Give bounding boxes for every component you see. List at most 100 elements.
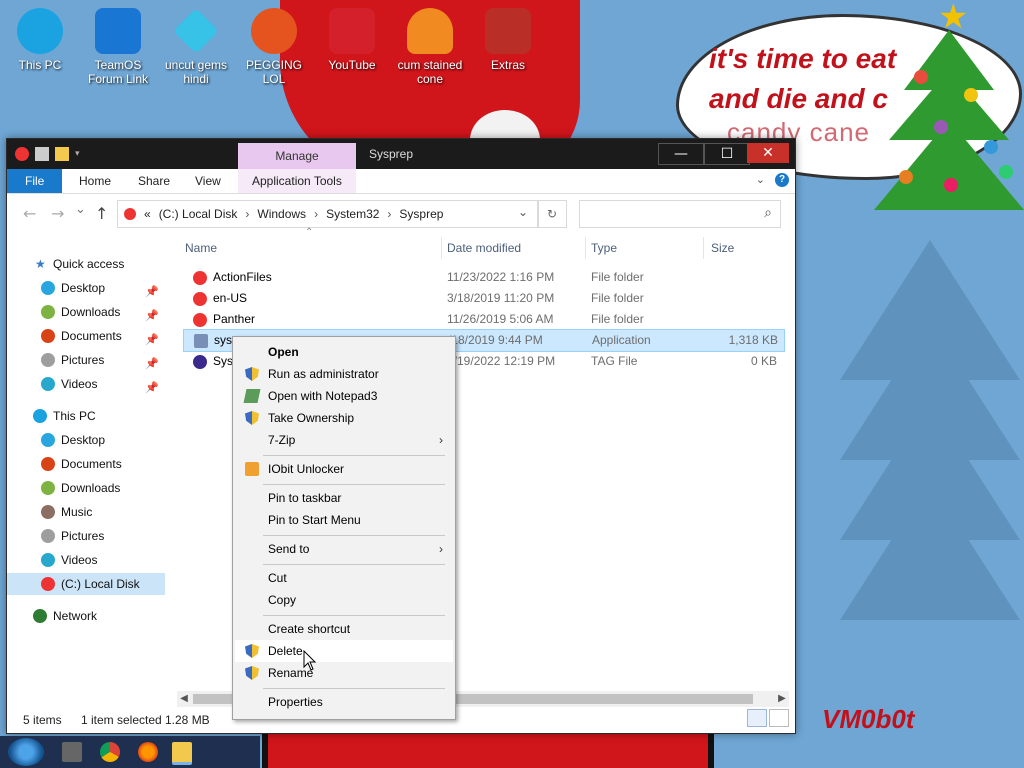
back-arrow-icon[interactable]: ← bbox=[23, 204, 36, 223]
menu-item-copy[interactable]: Copy bbox=[235, 589, 453, 611]
recent-chevron-icon[interactable]: ⌄ bbox=[75, 202, 86, 217]
desktop-icon-youtube[interactable]: YouTube bbox=[312, 8, 392, 72]
tab-share[interactable]: Share bbox=[124, 169, 184, 193]
breadcrumb-sysprep[interactable]: Sysprep bbox=[399, 207, 443, 221]
menu-label: Take Ownership bbox=[268, 411, 355, 425]
column-date-modified[interactable]: Date modified bbox=[447, 235, 521, 261]
uac-shield-icon bbox=[245, 367, 259, 381]
start-button[interactable] bbox=[8, 738, 44, 766]
menu-item-7zip[interactable]: 7-Zip › bbox=[235, 429, 453, 451]
file-date: 11/23/2022 1:16 PM bbox=[447, 270, 555, 284]
scroll-left-icon[interactable]: ◀ bbox=[177, 691, 191, 707]
nav-quick-access[interactable]: ★ Quick access bbox=[7, 253, 165, 275]
address-bar[interactable]: « (C:) Local Disk › Windows › System32 ›… bbox=[117, 200, 539, 228]
column-type[interactable]: Type bbox=[591, 235, 617, 261]
nav-pc-music[interactable]: Music bbox=[7, 501, 165, 523]
menu-item-run-as-admin[interactable]: Run as administrator bbox=[235, 363, 453, 385]
tag-file-icon bbox=[193, 355, 207, 369]
nav-this-pc[interactable]: This PC bbox=[7, 405, 165, 427]
taskbar bbox=[0, 736, 260, 768]
menu-item-open[interactable]: Open bbox=[235, 341, 453, 363]
menu-item-create-shortcut[interactable]: Create shortcut bbox=[235, 618, 453, 640]
forward-arrow-icon[interactable]: → bbox=[51, 204, 64, 223]
desktop-icon-extras[interactable]: Extras bbox=[468, 8, 548, 72]
chrome-icon[interactable] bbox=[100, 742, 120, 762]
help-icon[interactable]: ? bbox=[775, 173, 789, 187]
watermark-text: VM0b0t bbox=[822, 704, 915, 734]
title-bar[interactable]: ▾ Manage Sysprep — ☐ ✕ bbox=[7, 139, 795, 169]
drive-icon bbox=[124, 208, 136, 220]
file-date: 3/18/2019 11:20 PM bbox=[447, 291, 555, 305]
scroll-right-icon[interactable]: ▶ bbox=[775, 691, 789, 707]
nav-pc-downloads[interactable]: Downloads bbox=[7, 477, 165, 499]
tab-file[interactable]: File bbox=[7, 169, 63, 193]
refresh-button[interactable]: ↻ bbox=[537, 200, 567, 228]
uac-shield-icon bbox=[245, 411, 259, 425]
menu-label: Cut bbox=[268, 571, 287, 585]
new-folder-icon[interactable] bbox=[55, 147, 69, 161]
breadcrumb-local-disk[interactable]: (C:) Local Disk bbox=[159, 207, 238, 221]
submenu-arrow-icon: › bbox=[439, 542, 443, 556]
desktop-icon-cone[interactable]: cum stained cone bbox=[390, 8, 470, 86]
menu-item-take-ownership[interactable]: Take Ownership bbox=[235, 407, 453, 429]
desktop-icon-uncut-gems[interactable]: uncut gems hindi bbox=[156, 8, 236, 86]
nav-quick-videos[interactable]: Videos 📌 bbox=[7, 373, 165, 395]
minimize-button[interactable]: — bbox=[658, 143, 704, 165]
nav-quick-pictures[interactable]: Pictures 📌 bbox=[7, 349, 165, 371]
menu-item-open-notepad3[interactable]: Open with Notepad3 bbox=[235, 385, 453, 407]
menu-item-properties[interactable]: Properties bbox=[235, 691, 453, 713]
table-row[interactable]: ActionFiles 11/23/2022 1:16 PM File fold… bbox=[183, 267, 783, 288]
desktop-icon-teamos[interactable]: TeamOS Forum Link bbox=[78, 8, 158, 86]
tab-view[interactable]: View bbox=[181, 169, 235, 193]
desktop-icon-this-pc[interactable]: This PC bbox=[0, 8, 80, 72]
menu-item-delete[interactable]: Delete bbox=[235, 640, 453, 662]
nav-pc-local-disk[interactable]: (C:) Local Disk bbox=[7, 573, 165, 595]
nav-pc-documents[interactable]: Documents bbox=[7, 453, 165, 475]
tab-application-tools[interactable]: Application Tools bbox=[238, 169, 356, 193]
close-button[interactable]: ✕ bbox=[747, 143, 789, 163]
menu-item-rename[interactable]: Rename bbox=[235, 662, 453, 684]
column-size[interactable]: Size bbox=[711, 235, 734, 261]
breadcrumb-separator[interactable]: › bbox=[245, 207, 249, 221]
nav-quick-downloads[interactable]: Downloads 📌 bbox=[7, 301, 165, 323]
nav-pc-pictures[interactable]: Pictures bbox=[7, 525, 165, 547]
breadcrumb-separator[interactable]: › bbox=[314, 207, 318, 221]
address-dropdown-icon[interactable]: ⌄ bbox=[518, 205, 528, 219]
details-view-icon[interactable] bbox=[747, 709, 767, 727]
menu-label: Open bbox=[268, 345, 299, 359]
maximize-button[interactable]: ☐ bbox=[704, 143, 750, 165]
properties-icon[interactable] bbox=[35, 147, 49, 161]
file-explorer-icon[interactable] bbox=[172, 742, 192, 765]
desktop-icon bbox=[41, 433, 55, 447]
breadcrumb-system32[interactable]: System32 bbox=[326, 207, 379, 221]
menu-item-iobit-unlocker[interactable]: IObit Unlocker bbox=[235, 458, 453, 480]
nav-quick-documents[interactable]: Documents 📌 bbox=[7, 325, 165, 347]
tab-manage[interactable]: Manage bbox=[238, 143, 356, 169]
menu-item-send-to[interactable]: Send to › bbox=[235, 538, 453, 560]
search-input[interactable]: ⌕ bbox=[579, 200, 781, 228]
up-arrow-icon[interactable]: ↑ bbox=[95, 204, 108, 223]
uac-shield-icon bbox=[245, 666, 259, 680]
table-row[interactable]: Panther 11/26/2019 5:06 AM File folder bbox=[183, 309, 783, 330]
file-type: File folder bbox=[591, 291, 644, 305]
menu-item-cut[interactable]: Cut bbox=[235, 567, 453, 589]
menu-item-pin-taskbar[interactable]: Pin to taskbar bbox=[235, 487, 453, 509]
column-name[interactable]: Name bbox=[185, 235, 217, 261]
large-icons-view-icon[interactable] bbox=[769, 709, 789, 727]
nav-quick-desktop[interactable]: Desktop 📌 bbox=[7, 277, 165, 299]
breadcrumb-separator[interactable]: › bbox=[387, 207, 391, 221]
menu-item-pin-start[interactable]: Pin to Start Menu bbox=[235, 509, 453, 531]
nav-network[interactable]: Network bbox=[7, 605, 165, 627]
tab-home[interactable]: Home bbox=[65, 169, 125, 193]
task-view-icon[interactable] bbox=[62, 742, 82, 762]
chevron-down-icon[interactable]: ▾ bbox=[75, 149, 80, 159]
breadcrumb-overflow[interactable]: « bbox=[144, 207, 151, 221]
nav-pc-desktop[interactable]: Desktop bbox=[7, 429, 165, 451]
table-row[interactable]: en-US 3/18/2019 11:20 PM File folder bbox=[183, 288, 783, 309]
breadcrumb-windows[interactable]: Windows bbox=[257, 207, 306, 221]
firefox-icon[interactable] bbox=[138, 742, 158, 762]
desktop-icon-pegging[interactable]: PEGGING LOL bbox=[234, 8, 314, 86]
expand-ribbon-icon[interactable]: ⌄ bbox=[756, 173, 765, 186]
nav-pc-videos[interactable]: Videos bbox=[7, 549, 165, 571]
file-type: Application bbox=[592, 333, 651, 347]
